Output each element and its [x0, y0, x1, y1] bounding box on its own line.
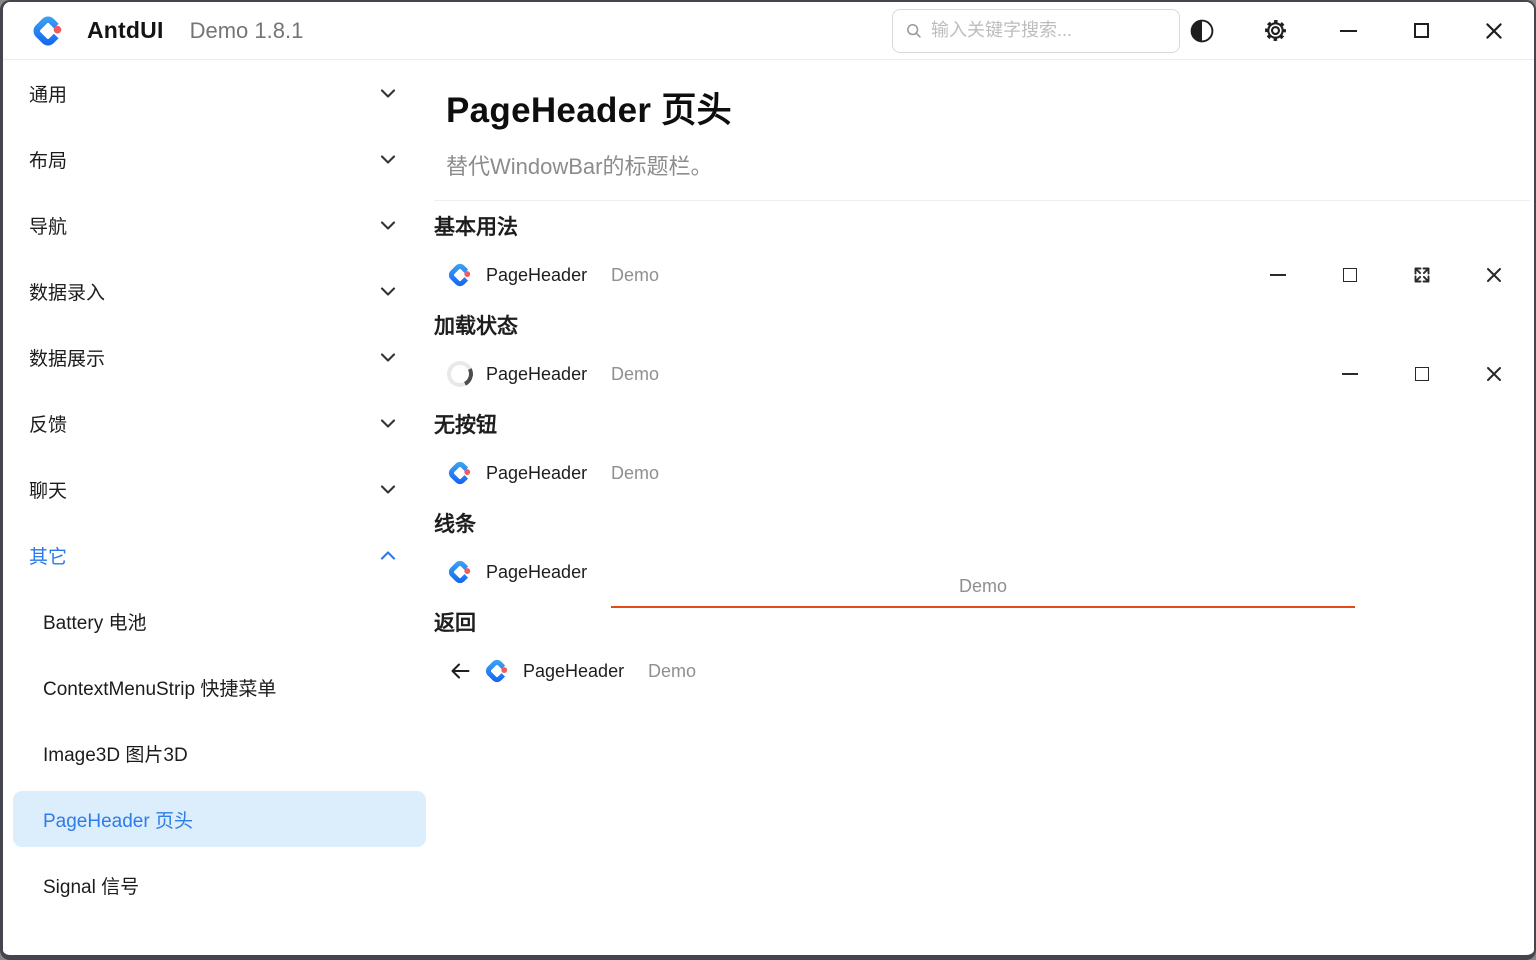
chevron-down-icon — [377, 148, 399, 170]
maximize-icon — [1415, 367, 1429, 381]
sidebar-group-navigation[interactable]: 导航 — [3, 192, 433, 258]
close-icon — [1484, 265, 1504, 285]
sidebar-item-battery[interactable]: Battery 电池 — [3, 588, 433, 654]
section-heading-basic: 基本用法 — [434, 201, 1530, 250]
window-minimize-button[interactable] — [1326, 9, 1370, 53]
antdui-logo-icon — [31, 14, 65, 48]
search-icon — [905, 21, 923, 41]
window-close-button[interactable] — [1472, 9, 1516, 53]
chevron-down-icon — [377, 214, 399, 236]
demo-subtext: Demo — [611, 463, 659, 484]
demo-maximize-button[interactable] — [1386, 352, 1458, 396]
demo-fullscreen-button[interactable] — [1386, 253, 1458, 297]
pageheader-demo-back: PageHeader Demo — [434, 646, 1530, 696]
main-content: PageHeader 页头 替代WindowBar的标题栏。 基本用法 Page… — [433, 60, 1534, 955]
demo-subtext: Demo — [959, 576, 1007, 597]
sidebar-group-label: 数据录入 — [29, 278, 105, 305]
maximize-icon — [1343, 268, 1357, 282]
demo-title: PageHeader — [486, 463, 611, 484]
maximize-icon — [1414, 23, 1429, 38]
sidebar-item-label: ContextMenuStrip 快捷菜单 — [43, 674, 276, 701]
demo-title: PageHeader — [523, 661, 648, 682]
sidebar-group-label: 通用 — [29, 80, 67, 107]
sidebar-group-chat[interactable]: 聊天 — [3, 456, 433, 522]
demo-close-button[interactable] — [1458, 253, 1530, 297]
pageheader-demo-loading: PageHeader Demo — [434, 349, 1530, 399]
chevron-down-icon — [377, 346, 399, 368]
minimize-icon — [1270, 274, 1286, 276]
pageheader-demo-line: PageHeader Demo — [434, 547, 1530, 597]
sidebar-group-general[interactable]: 通用 — [3, 60, 433, 126]
sidebar-group-feedback[interactable]: 反馈 — [3, 390, 433, 456]
sidebar-group-label: 其它 — [29, 542, 67, 569]
accent-underline: Demo — [611, 566, 1355, 608]
page-title: PageHeader 页头 — [446, 82, 1530, 133]
search-box[interactable] — [892, 9, 1180, 53]
demo-minimize-button[interactable] — [1242, 253, 1314, 297]
app-version: Demo 1.8.1 — [190, 18, 304, 44]
demo-maximize-button[interactable] — [1314, 253, 1386, 297]
demo-close-button[interactable] — [1458, 352, 1530, 396]
antdui-logo-icon — [447, 262, 473, 288]
theme-toggle-button[interactable] — [1180, 9, 1224, 53]
page-subtitle: 替代WindowBar的标题栏。 — [446, 149, 1530, 181]
section-heading-line: 线条 — [434, 498, 1530, 547]
chevron-down-icon — [377, 412, 399, 434]
chevron-down-icon — [377, 82, 399, 104]
antdui-logo-icon — [447, 559, 473, 585]
sidebar-group-label: 布局 — [29, 146, 67, 173]
chevron-down-icon — [377, 280, 399, 302]
sidebar-item-label: Image3D 图片3D — [43, 740, 188, 767]
app-window: AntdUI Demo 1.8.1 — [0, 0, 1536, 960]
sidebar-item-image3d[interactable]: Image3D 图片3D — [3, 720, 433, 786]
sidebar-item-contextmenustrip[interactable]: ContextMenuStrip 快捷菜单 — [3, 654, 433, 720]
demo-subtext: Demo — [648, 661, 696, 682]
sidebar-item-label: Signal 信号 — [43, 872, 139, 899]
minimize-icon — [1340, 30, 1357, 32]
section-heading-loading: 加载状态 — [434, 300, 1530, 349]
page-header-block: PageHeader 页头 替代WindowBar的标题栏。 — [434, 60, 1530, 181]
sidebar-group-data-display[interactable]: 数据展示 — [3, 324, 433, 390]
minimize-icon — [1342, 373, 1358, 375]
antdui-logo-icon — [447, 460, 473, 486]
window-maximize-button[interactable] — [1399, 9, 1443, 53]
sidebar-group-label: 反馈 — [29, 410, 67, 437]
arrow-left-icon — [448, 659, 472, 683]
sidebar-group-label: 聊天 — [29, 476, 67, 503]
sidebar: 通用 布局 导航 数据录入 数据展示 反馈 — [3, 60, 433, 955]
pageheader-demo-nobuttons: PageHeader Demo — [434, 448, 1530, 498]
theme-contrast-icon — [1189, 18, 1215, 44]
sidebar-item-label: Battery 电池 — [43, 608, 146, 635]
gear-icon — [1262, 17, 1289, 44]
sidebar-group-other[interactable]: 其它 — [3, 522, 433, 588]
sidebar-item-label: PageHeader 页头 — [43, 806, 193, 833]
app-title: AntdUI — [87, 17, 164, 44]
antdui-logo-icon — [484, 658, 510, 684]
sidebar-group-layout[interactable]: 布局 — [3, 126, 433, 192]
chevron-down-icon — [377, 478, 399, 500]
chevron-up-icon — [377, 544, 399, 566]
sidebar-group-data-entry[interactable]: 数据录入 — [3, 258, 433, 324]
demo-minimize-button[interactable] — [1314, 352, 1386, 396]
back-button[interactable] — [447, 658, 473, 684]
demo-title: PageHeader — [486, 562, 611, 583]
demo-subtext: Demo — [611, 265, 659, 286]
demo-title: PageHeader — [486, 265, 611, 286]
demo-title: PageHeader — [486, 364, 611, 385]
pageheader-demo-basic: PageHeader Demo — [434, 250, 1530, 300]
loading-spinner-icon — [444, 358, 477, 391]
sidebar-group-label: 导航 — [29, 212, 67, 239]
demo-subtext: Demo — [611, 364, 659, 385]
section-heading-nobuttons: 无按钮 — [434, 399, 1530, 448]
window-titlebar: AntdUI Demo 1.8.1 — [3, 2, 1534, 60]
close-icon — [1484, 364, 1504, 384]
sidebar-group-label: 数据展示 — [29, 344, 105, 371]
sidebar-item-pageheader[interactable]: PageHeader 页头 — [13, 791, 426, 847]
sidebar-item-signal[interactable]: Signal 信号 — [3, 852, 433, 918]
close-icon — [1483, 20, 1505, 42]
settings-button[interactable] — [1253, 9, 1297, 53]
search-input[interactable] — [931, 20, 1167, 41]
fullscreen-icon — [1412, 265, 1432, 285]
